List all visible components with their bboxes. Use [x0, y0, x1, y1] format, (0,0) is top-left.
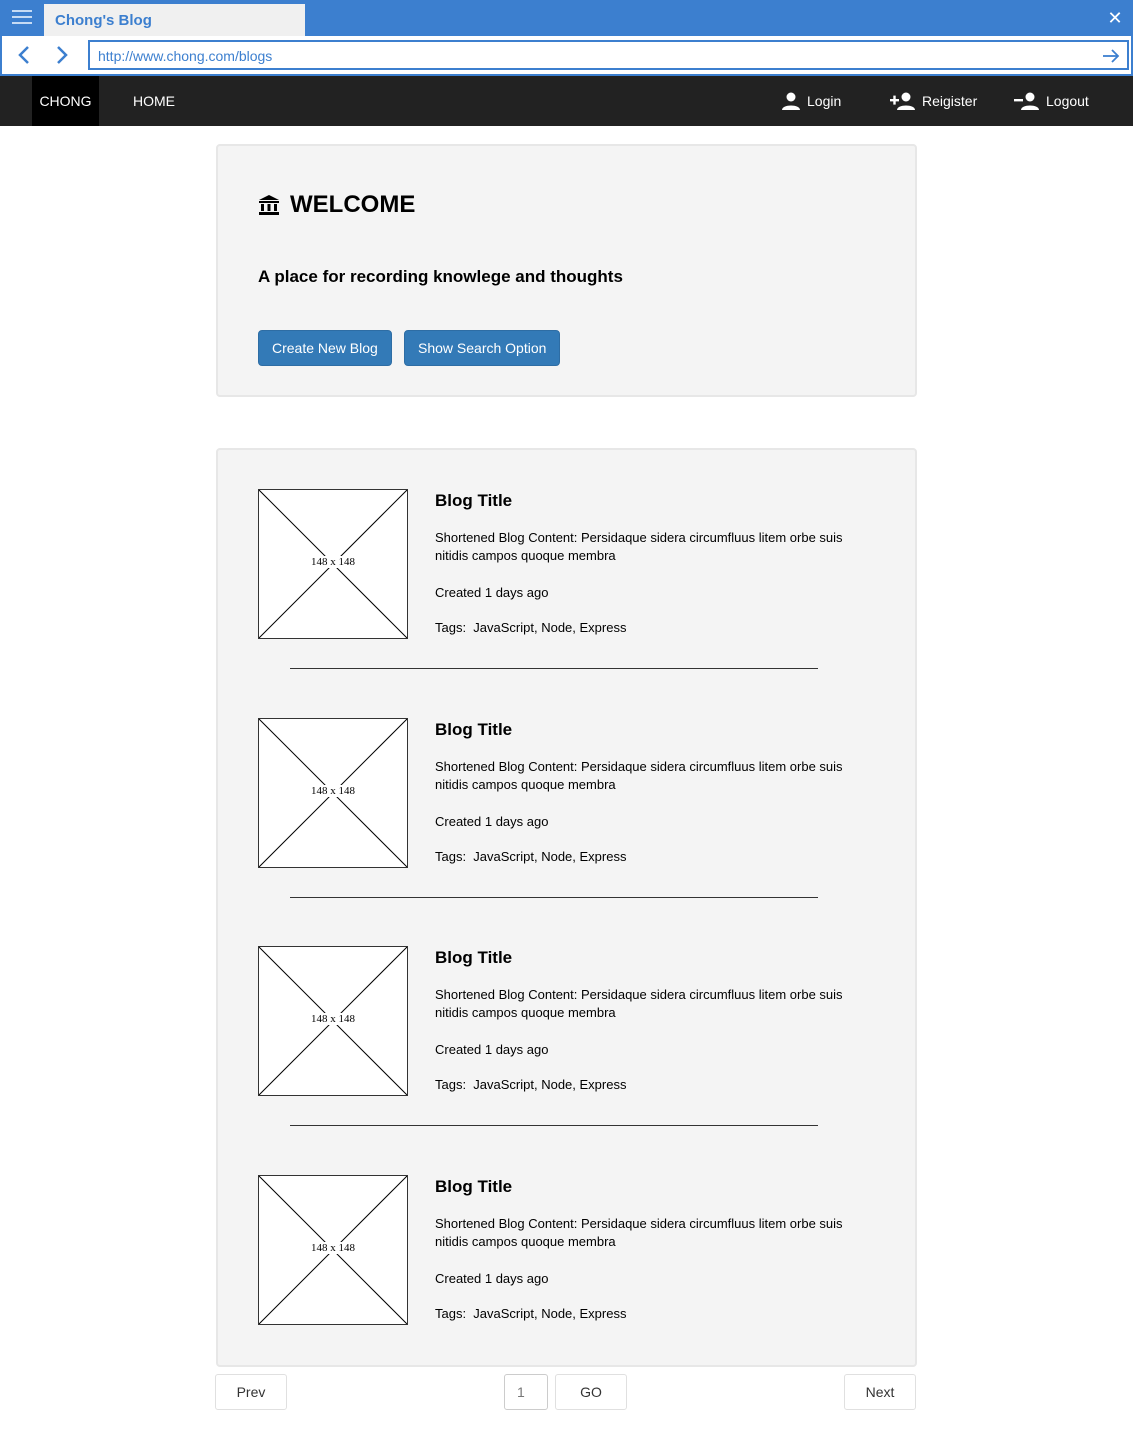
- blog-created: Created 1 days ago: [435, 1271, 549, 1286]
- blog-excerpt: Shortened Blog Content: Persidaque sider…: [435, 759, 843, 792]
- blog-item: 148 x 148 Blog Title Shortened Blog Cont…: [258, 489, 878, 639]
- address-bar-row: http://www.chong.com/blogs: [2, 36, 1131, 74]
- thumbnail-size-label: 148 x 148: [309, 1242, 357, 1254]
- go-arrow-icon[interactable]: [1101, 46, 1121, 66]
- add-user-icon: [890, 92, 915, 110]
- blog-thumbnail: 148 x 148: [258, 489, 408, 639]
- blog-divider: [290, 897, 818, 898]
- url-input[interactable]: http://www.chong.com/blogs: [88, 40, 1129, 70]
- brand-link[interactable]: CHONG: [32, 76, 99, 126]
- blog-tags: Tags: JavaScript, Node, Express: [435, 849, 627, 864]
- create-blog-button[interactable]: Create New Blog: [258, 330, 392, 366]
- welcome-panel: WELCOME A place for recording knowlege a…: [216, 144, 917, 397]
- tab-title: Chong's Blog: [55, 12, 152, 29]
- thumbnail-size-label: 148 x 148: [309, 556, 357, 568]
- welcome-tagline: A place for recording knowlege and thoug…: [258, 267, 623, 286]
- blog-item: 148 x 148 Blog Title Shortened Blog Cont…: [258, 718, 878, 868]
- welcome-title: WELCOME: [290, 191, 416, 218]
- blog-thumbnail: 148 x 148: [258, 946, 408, 1096]
- blog-tags: Tags: JavaScript, Node, Express: [435, 620, 627, 635]
- site-navbar: CHONG HOME Login Reigister Logout: [0, 76, 1133, 126]
- user-icon: [782, 92, 800, 110]
- login-link[interactable]: Login: [781, 76, 841, 126]
- register-link[interactable]: Reigister: [890, 76, 977, 126]
- hamburger-menu-icon[interactable]: [12, 10, 32, 26]
- blog-item: 148 x 148 Blog Title Shortened Blog Cont…: [258, 946, 878, 1096]
- blog-created: Created 1 days ago: [435, 814, 549, 829]
- blog-title[interactable]: Blog Title: [435, 491, 512, 511]
- blog-title[interactable]: Blog Title: [435, 1177, 512, 1197]
- remove-user-icon: [1014, 92, 1039, 110]
- blog-divider: [290, 1125, 818, 1126]
- next-page-button[interactable]: Next: [844, 1374, 916, 1410]
- logout-link[interactable]: Logout: [1014, 76, 1089, 126]
- blog-excerpt: Shortened Blog Content: Persidaque sider…: [435, 1216, 843, 1249]
- show-search-button[interactable]: Show Search Option: [404, 330, 561, 366]
- browser-tab[interactable]: Chong's Blog: [44, 4, 305, 36]
- bank-icon: [259, 195, 279, 215]
- forward-arrow-icon[interactable]: [50, 44, 72, 66]
- login-label: Login: [807, 93, 842, 109]
- blog-list-panel: 148 x 148 Blog Title Shortened Blog Cont…: [216, 448, 917, 1367]
- blog-created: Created 1 days ago: [435, 585, 549, 600]
- blog-excerpt: Shortened Blog Content: Persidaque sider…: [435, 987, 843, 1020]
- close-icon[interactable]: ✕: [1105, 8, 1125, 28]
- page-number-input[interactable]: [504, 1374, 548, 1410]
- logout-label: Logout: [1046, 93, 1089, 109]
- blog-tags: Tags: JavaScript, Node, Express: [435, 1306, 627, 1321]
- url-text: http://www.chong.com/blogs: [98, 48, 273, 64]
- blog-thumbnail: 148 x 148: [258, 1175, 408, 1325]
- browser-window-bar: Chong's Blog ✕ http://www.chong.com/blog…: [0, 0, 1133, 76]
- thumbnail-size-label: 148 x 148: [309, 1013, 357, 1025]
- blog-title[interactable]: Blog Title: [435, 948, 512, 968]
- blog-tags: Tags: JavaScript, Node, Express: [435, 1077, 627, 1092]
- register-label: Reigister: [922, 93, 978, 109]
- blog-excerpt: Shortened Blog Content: Persidaque sider…: [435, 530, 843, 563]
- prev-page-button[interactable]: Prev: [215, 1374, 287, 1410]
- back-arrow-icon[interactable]: [14, 44, 36, 66]
- blog-created: Created 1 days ago: [435, 1042, 549, 1057]
- blog-title[interactable]: Blog Title: [435, 720, 512, 740]
- nav-home-link[interactable]: HOME: [133, 76, 175, 126]
- blog-divider: [290, 668, 818, 669]
- go-button[interactable]: GO: [555, 1374, 627, 1410]
- thumbnail-size-label: 148 x 148: [309, 785, 357, 797]
- blog-thumbnail: 148 x 148: [258, 718, 408, 868]
- blog-item: 148 x 148 Blog Title Shortened Blog Cont…: [258, 1175, 878, 1325]
- welcome-heading: WELCOME: [258, 191, 415, 219]
